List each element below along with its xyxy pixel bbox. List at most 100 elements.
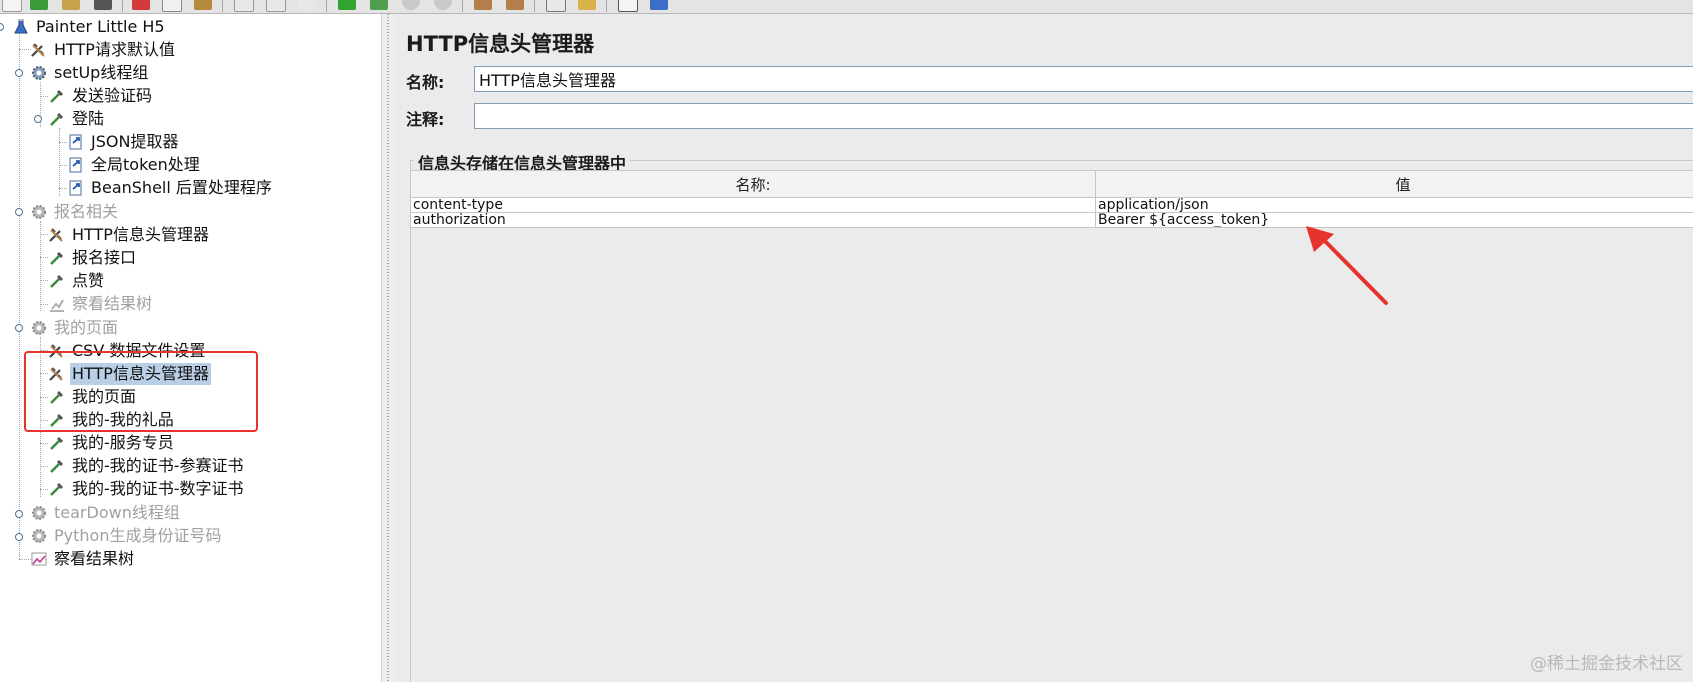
table-header-row: 名称: 值 — [410, 170, 1693, 198]
testplan-flask-icon — [14, 19, 28, 34]
comment-field[interactable] — [474, 103, 1693, 129]
pipette-sampler-icon — [50, 251, 64, 265]
search-icon[interactable] — [546, 0, 566, 12]
tree-node-label: 全局token处理 — [91, 155, 200, 174]
expand-handle-mypage[interactable] — [15, 324, 23, 332]
headers-table: 名称: 值 content-type application/json auth… — [410, 170, 1693, 228]
column-header-name[interactable]: 名称: — [410, 170, 1096, 198]
expand-icon[interactable] — [234, 0, 254, 12]
table-row[interactable]: authorization Bearer ${access_token} — [410, 212, 1693, 228]
tree-node-label: Painter Little H5 — [36, 17, 165, 36]
tree-node-label: HTTP请求默认值 — [54, 40, 175, 59]
tree-node-http-defaults[interactable]: HTTP请求默认值 — [30, 38, 177, 62]
column-header-value[interactable]: 值 — [1095, 170, 1693, 198]
pipette-sampler-icon — [50, 459, 64, 473]
cut-icon[interactable] — [132, 0, 150, 10]
tree-node-label: BeanShell 后置处理程序 — [91, 178, 272, 197]
tree-node-setup-group[interactable]: setUp线程组 — [30, 61, 150, 85]
gear-icon — [32, 529, 46, 543]
tree-node-signup-api[interactable]: 报名接口 — [48, 246, 138, 270]
gear-icon — [32, 506, 46, 520]
tree-node-mypage-group[interactable]: 我的页面 — [30, 316, 120, 340]
clear-all-icon[interactable] — [506, 0, 524, 10]
panel-title: HTTP信息头管理器 — [406, 32, 595, 56]
expand-handle-setup[interactable] — [15, 69, 23, 77]
header-name-cell[interactable]: authorization — [410, 212, 1096, 228]
pipette-sampler-icon — [50, 436, 64, 450]
tree-node-token-handler[interactable]: 全局token处理 — [67, 153, 202, 177]
tree-node-label: 察看结果树 — [72, 294, 153, 313]
tree-node-service-agent[interactable]: 我的-服务专员 — [48, 431, 176, 455]
tree-node-results-tree[interactable]: 察看结果树 — [30, 547, 136, 571]
expand-handle-python[interactable] — [15, 533, 23, 541]
header-name-cell[interactable]: content-type — [410, 197, 1096, 213]
gear-icon — [32, 205, 46, 219]
clear-icon[interactable] — [474, 0, 492, 10]
red-arrow-annotation — [1306, 226, 1388, 305]
tree-node-login[interactable]: 登陆 — [48, 107, 106, 131]
expand-handle-teardown[interactable] — [15, 510, 23, 518]
stop-icon[interactable] — [402, 0, 420, 10]
pipette-sampler-icon — [50, 89, 64, 103]
gear-icon — [32, 66, 46, 80]
tree-node-label: tearDown线程组 — [54, 503, 180, 522]
tree-node-label: 报名接口 — [72, 248, 137, 267]
copy-icon[interactable] — [162, 0, 182, 12]
collapse-icon[interactable] — [266, 0, 286, 12]
tree-node-label: 我的-我的证书-参赛证书 — [72, 456, 244, 475]
tree-node-signup-group[interactable]: 报名相关 — [30, 200, 120, 224]
tree-node-json-extractor[interactable]: JSON提取器 — [67, 130, 180, 154]
name-field[interactable] — [474, 66, 1693, 92]
comment-label: 注释: — [406, 110, 445, 129]
tree-node-header-manager-signup[interactable]: HTTP信息头管理器 — [48, 223, 211, 247]
tree-node-python-id-group[interactable]: Python生成身份证号码 — [30, 524, 223, 548]
config-panel: HTTP信息头管理器 名称: 注释: 信息头存储在信息头管理器中 名称: 值 c… — [396, 14, 1693, 682]
tree-node-results-tree-signup[interactable]: 察看结果树 — [48, 292, 154, 316]
tree-node-like[interactable]: 点赞 — [48, 269, 106, 293]
start-no-pauses-icon[interactable] — [370, 0, 388, 10]
tree-node-label: JSON提取器 — [91, 132, 179, 151]
help-icon[interactable] — [650, 0, 668, 10]
tree-node-root[interactable]: Painter Little H5 — [12, 15, 167, 39]
tree-node-digital-certificate[interactable]: 我的-我的证书-数字证书 — [48, 477, 246, 501]
tree-node-label: 我的-我的证书-数字证书 — [72, 479, 244, 498]
name-label: 名称: — [406, 73, 445, 92]
tree-node-label: 我的页面 — [54, 318, 119, 337]
toggle-icon[interactable] — [298, 0, 316, 10]
pipette-sampler-icon — [50, 482, 64, 496]
doc-arrow-icon — [69, 134, 82, 150]
pipette-sampler-icon — [50, 112, 64, 126]
tree-node-label: setUp线程组 — [54, 63, 149, 82]
open-icon[interactable] — [62, 0, 80, 10]
reset-search-icon[interactable] — [578, 0, 596, 10]
wrench-icon — [31, 43, 45, 57]
tree-node-label: 察看结果树 — [54, 549, 135, 568]
new-icon[interactable] — [2, 0, 22, 12]
highlight-annotation-box — [24, 351, 258, 432]
tree-node-teardown-group[interactable]: tearDown线程组 — [30, 501, 182, 525]
gear-icon — [32, 321, 46, 335]
tree-node-label: 点赞 — [72, 271, 105, 290]
paste-icon[interactable] — [194, 0, 212, 10]
watermark-text: @稀土掘金技术社区 — [1530, 654, 1683, 674]
pane-splitter[interactable] — [381, 14, 397, 682]
expand-handle-signup[interactable] — [15, 208, 23, 216]
doc-arrow-icon — [69, 157, 82, 173]
save-icon[interactable] — [94, 0, 112, 10]
shutdown-icon[interactable] — [434, 0, 452, 10]
table-row[interactable]: content-type application/json — [410, 197, 1693, 213]
templates-icon[interactable] — [30, 0, 48, 10]
expand-handle-root[interactable] — [0, 23, 4, 31]
tree-node-entry-certificate[interactable]: 我的-我的证书-参赛证书 — [48, 454, 246, 478]
header-value-cell[interactable]: application/json — [1095, 197, 1693, 213]
expand-handle-login[interactable] — [34, 115, 42, 123]
tree-node-beanshell[interactable]: BeanShell 后置处理程序 — [67, 176, 274, 200]
tree-node-label: 报名相关 — [54, 202, 119, 221]
function-helper-icon[interactable] — [618, 0, 638, 12]
header-value-cell[interactable]: Bearer ${access_token} — [1095, 212, 1693, 228]
start-icon[interactable] — [338, 0, 356, 10]
tree-node-label: 我的-服务专员 — [72, 433, 174, 452]
tree-node-send-code[interactable]: 发送验证码 — [48, 84, 154, 108]
chart-icon — [31, 552, 47, 566]
chart-icon — [50, 299, 64, 312]
